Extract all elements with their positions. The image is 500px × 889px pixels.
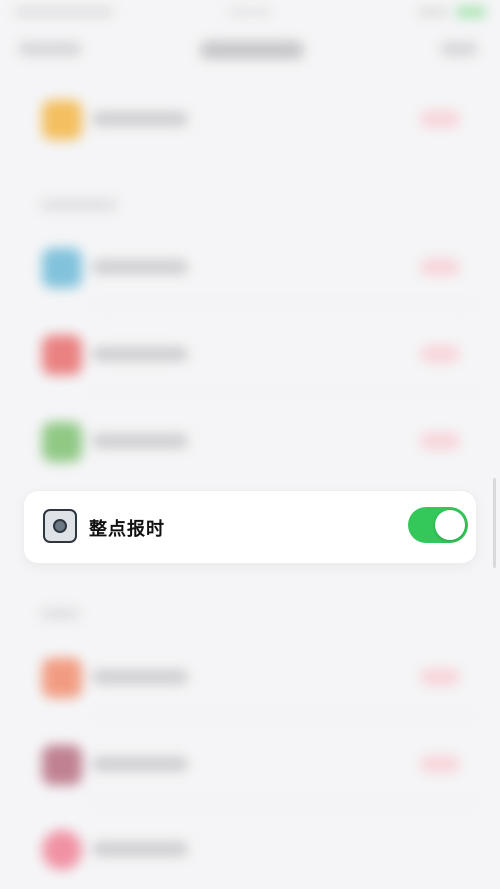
hourly-chime-label: 整点报时	[89, 519, 165, 540]
icon-dot	[53, 519, 67, 533]
hourly-chime-toggle[interactable]	[408, 507, 468, 543]
clock-chime-icon	[43, 509, 77, 543]
scroll-indicator	[493, 478, 496, 568]
toggle-knob	[435, 510, 465, 540]
dim-overlay	[0, 0, 500, 889]
hourly-chime-card[interactable]: 整点报时	[24, 491, 476, 563]
